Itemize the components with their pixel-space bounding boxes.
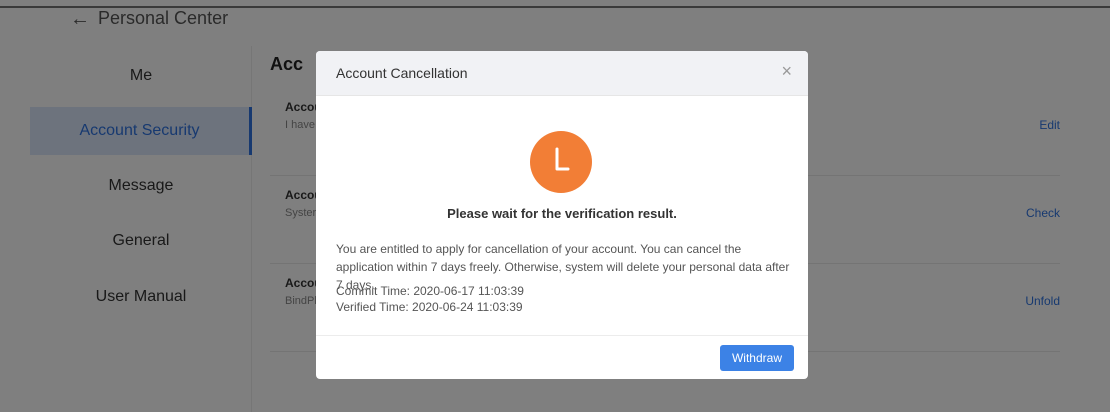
commit-time: Commit Time: 2020-06-17 11:03:39 [336,284,524,298]
time-info: Commit Time: 2020-06-17 11:03:39 Verifie… [336,283,524,315]
dialog-title: Account Cancellation [336,65,468,81]
close-icon[interactable]: × [781,62,792,80]
withdraw-button[interactable]: Withdraw [720,345,794,371]
clock-icon [530,131,592,193]
divider [0,6,1110,8]
verified-time: Verified Time: 2020-06-24 11:03:39 [336,300,523,314]
account-cancellation-dialog: Account Cancellation × Please wait for t… [316,51,808,379]
result-title: Please wait for the verification result. [447,206,677,221]
dialog-footer: Withdraw [316,335,808,379]
dialog-header: Account Cancellation × [316,51,808,96]
